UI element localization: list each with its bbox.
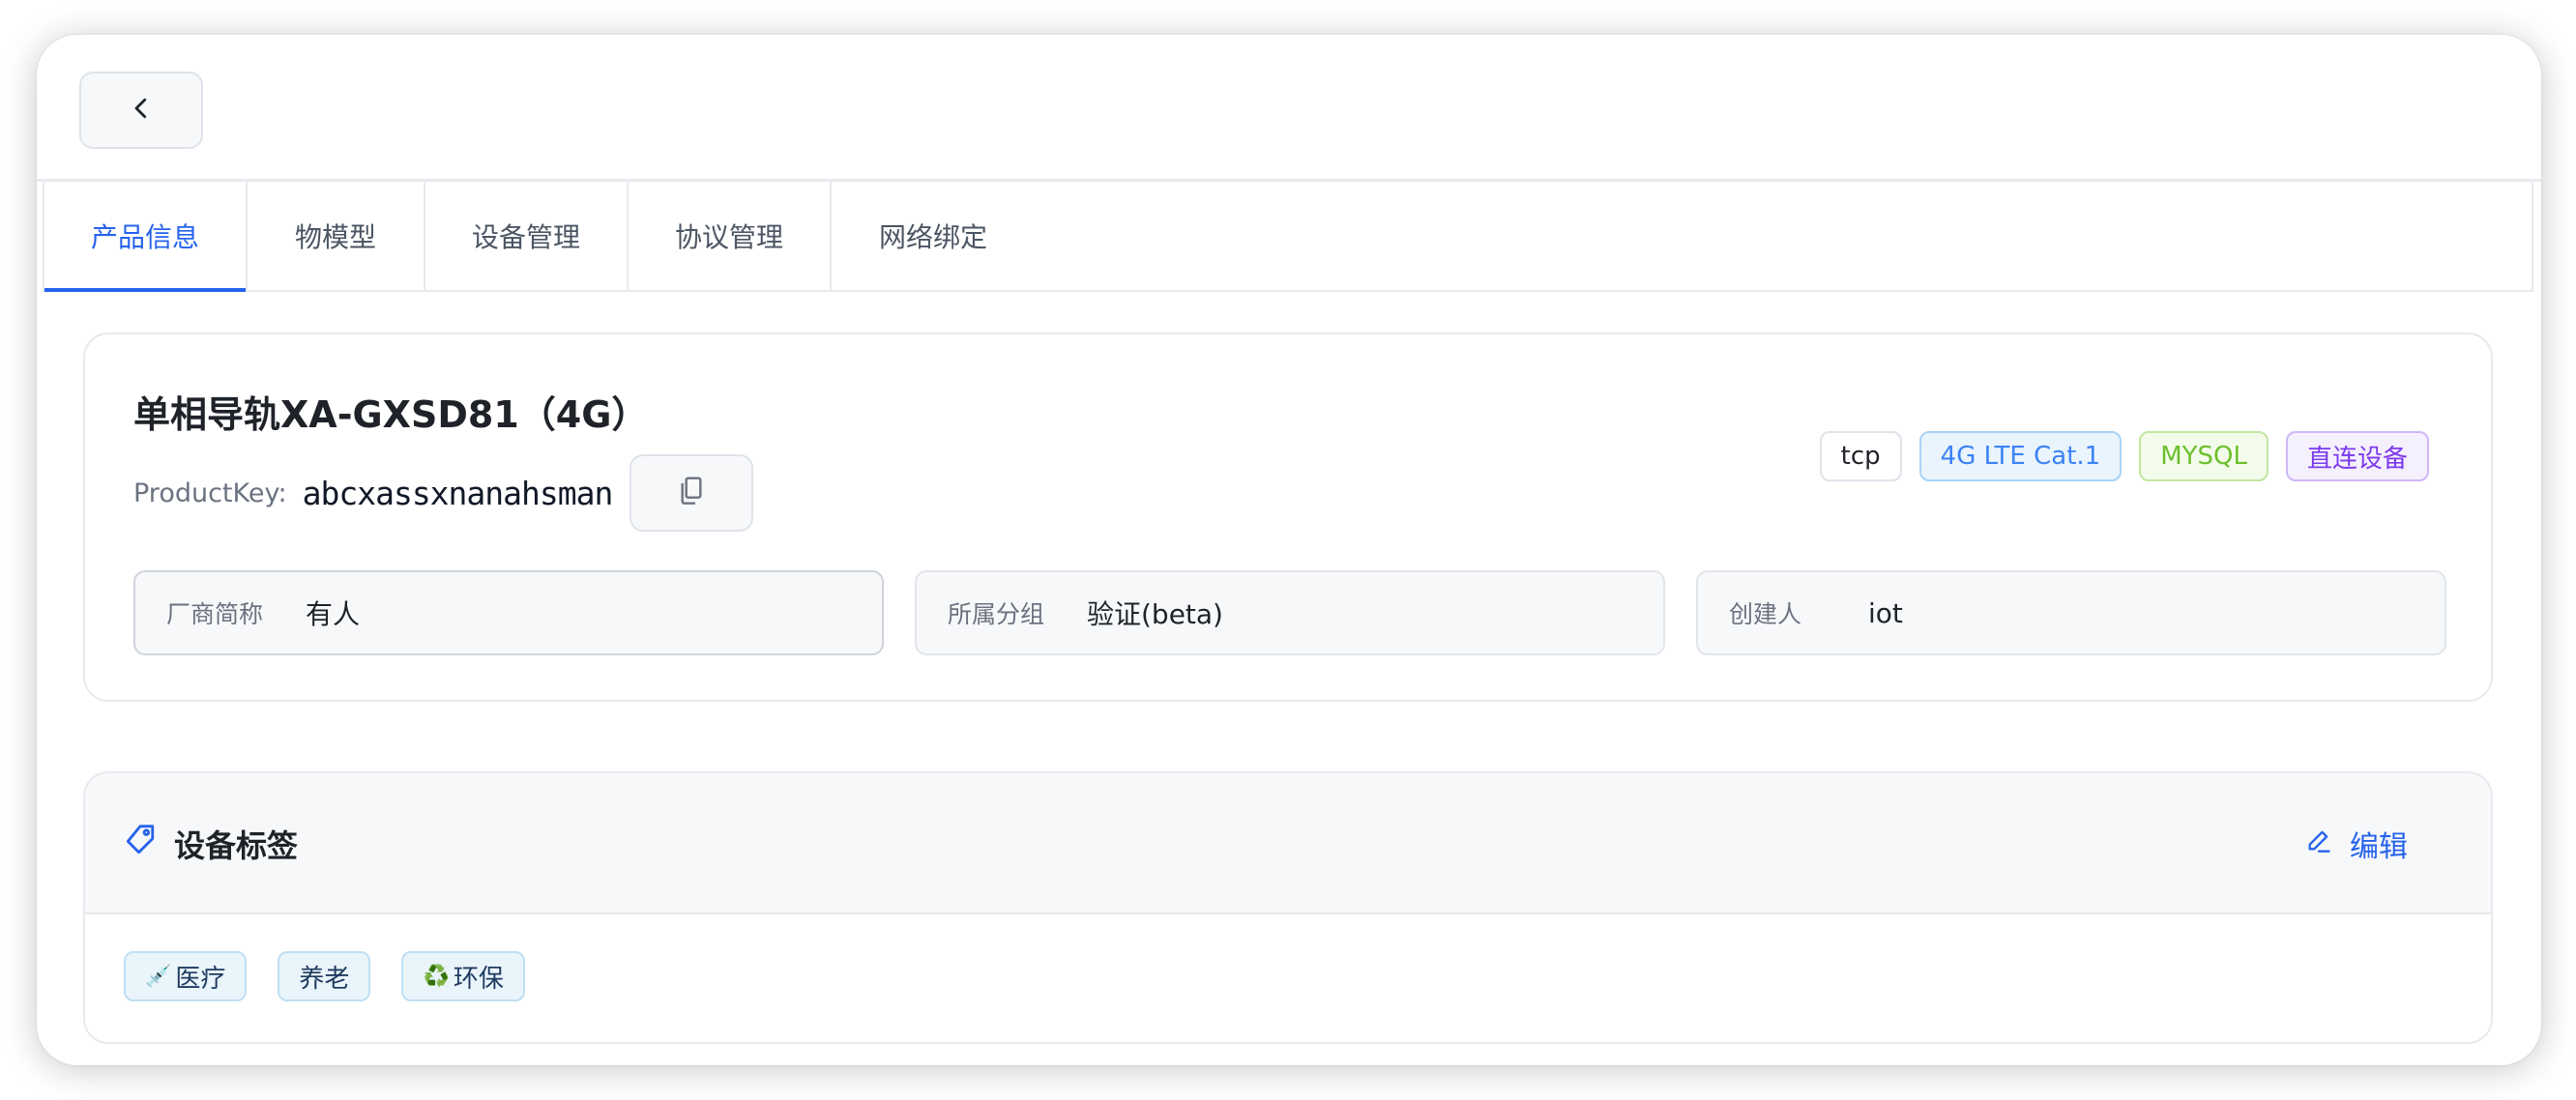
info-value: 有人: [306, 598, 361, 630]
info-vendor: 厂商简称 有人: [133, 570, 884, 655]
tab-device-management[interactable]: 设备管理: [425, 182, 629, 290]
badge-storage: MYSQL: [2139, 431, 2269, 481]
tab-product-info[interactable]: 产品信息: [44, 182, 248, 292]
info-label: 厂商简称: [166, 600, 264, 628]
tab-bar: 产品信息 物模型 设备管理 协议管理 网络绑定: [43, 182, 2533, 292]
tab-thing-model[interactable]: 物模型: [248, 182, 425, 290]
tag-icon: [124, 824, 174, 864]
device-tags-card: 设备标签 编辑 💉 医疗 养老 ♻️ 环保: [83, 771, 2493, 1044]
tab-label: 网络绑定: [878, 221, 987, 253]
product-badges: tcp 4G LTE Cat.1 MYSQL 直连设备: [1819, 431, 2429, 481]
tag-list: 💉 医疗 养老 ♻️ 环保: [124, 951, 525, 1001]
badge-network: 4G LTE Cat.1: [1918, 431, 2122, 481]
info-group: 所属分组 验证(beta): [915, 570, 1665, 655]
device-tags-header: 设备标签 编辑: [85, 773, 2491, 914]
tab-label: 物模型: [294, 221, 376, 253]
badge-device-type: 直连设备: [2285, 431, 2429, 481]
app-window: 产品信息 物模型 设备管理 协议管理 网络绑定 单相导轨XA-GXSD81（4G…: [37, 35, 2541, 1065]
back-button[interactable]: [79, 72, 203, 149]
tab-label: 产品信息: [90, 221, 199, 253]
top-bar: [37, 35, 2541, 182]
tag-item[interactable]: 养老: [278, 951, 371, 1001]
tag-text: 养老: [299, 964, 350, 994]
tab-protocol-management[interactable]: 协议管理: [629, 182, 832, 290]
info-creator: 创建人 iot: [1696, 570, 2446, 655]
product-key-label: ProductKey:: [133, 478, 287, 508]
tab-label: 协议管理: [674, 221, 783, 253]
edit-tags-label: 编辑: [2350, 830, 2408, 864]
chevron-left-icon: [127, 94, 156, 127]
tab-label: 设备管理: [471, 221, 580, 253]
pencil-icon: [2305, 826, 2350, 861]
tag-text: 医疗: [175, 964, 226, 994]
product-title: 单相导轨XA-GXSD81（4G）: [133, 393, 649, 436]
badge-protocol: tcp: [1819, 431, 1902, 481]
info-label: 所属分组: [948, 600, 1045, 628]
copy-product-key-button[interactable]: [629, 454, 754, 532]
info-value: 验证(beta): [1087, 598, 1223, 630]
product-info-card: 单相导轨XA-GXSD81（4G） ProductKey: abcxassxna…: [83, 333, 2493, 702]
syringe-icon: 💉: [145, 964, 172, 989]
tag-item[interactable]: ♻️ 环保: [401, 951, 525, 1001]
info-value: iot: [1868, 596, 1903, 629]
edit-tags-button[interactable]: 编辑: [2305, 773, 2408, 914]
product-info-row: 厂商简称 有人 所属分组 验证(beta) 创建人 iot: [133, 570, 2446, 655]
info-label: 创建人: [1729, 600, 1802, 628]
device-tags-title-text: 设备标签: [174, 827, 299, 864]
product-key-value: abcxassxnanahsman: [302, 474, 614, 512]
product-key-row: ProductKey: abcxassxnanahsman: [133, 454, 754, 532]
recycle-icon: ♻️: [423, 964, 450, 989]
tag-item[interactable]: 💉 医疗: [124, 951, 248, 1001]
copy-icon: [678, 476, 705, 510]
device-tags-title: 设备标签: [124, 773, 298, 914]
tab-network-binding[interactable]: 网络绑定: [832, 182, 1035, 290]
tag-text: 环保: [453, 964, 504, 994]
